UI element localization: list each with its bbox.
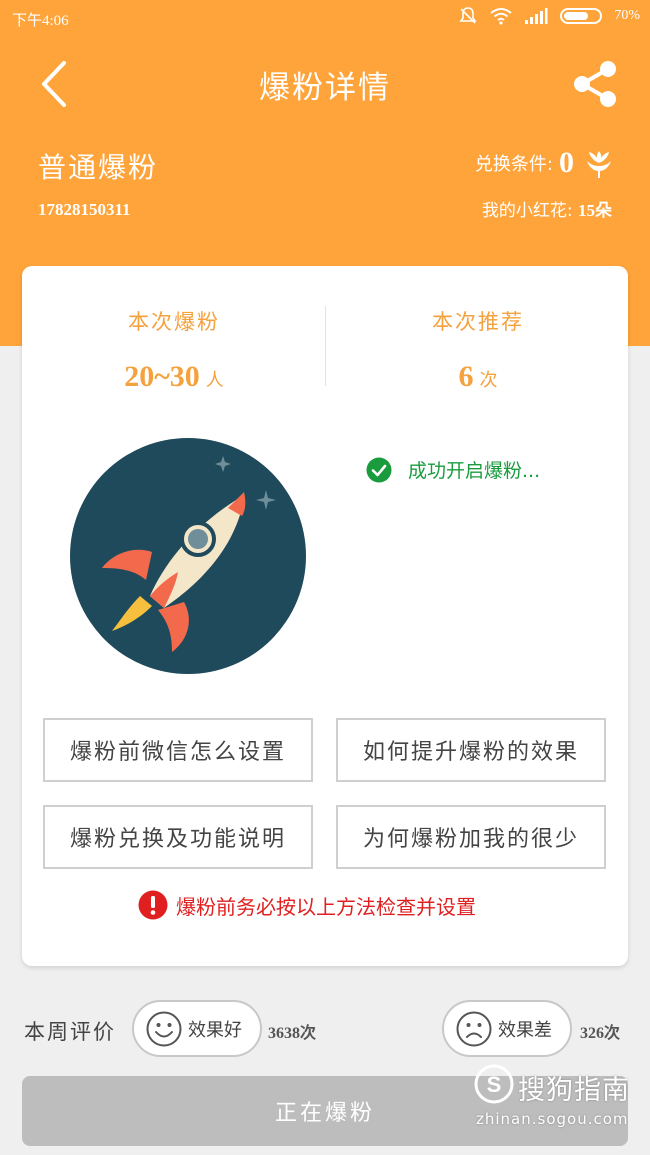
phone-number: 17828150311	[38, 200, 131, 219]
bad-review-label: 效果差	[498, 1019, 552, 1041]
fan-detail-card: 本次爆粉 20~30 人 本次推荐 6次 成功开启爆粉... 爆粉前微信怎么设置 …	[22, 266, 628, 966]
recommend-value-row: 6次	[328, 360, 628, 394]
fan-type-title: 普通爆粉	[38, 151, 159, 184]
flowers-label: 我的小红花:	[481, 201, 573, 221]
help-button-wechat-settings[interactable]: 爆粉前微信怎么设置	[43, 718, 313, 782]
battery-icon	[560, 8, 603, 24]
flower-icon	[587, 151, 611, 178]
signal-icon	[525, 8, 548, 24]
fans-value-row: 20~30 人	[24, 360, 324, 394]
warning-message: 爆粉前务必按以上方法检查并设置	[138, 890, 476, 920]
exchange-condition: 兑换条件: 0	[475, 146, 616, 180]
exclamation-circle-icon	[138, 890, 168, 920]
bad-review-count: 326次	[580, 1025, 621, 1042]
status-message: 成功开启爆粉...	[366, 456, 540, 483]
wifi-icon	[490, 8, 512, 25]
watermark-url: zhinan.sogou.com	[476, 1110, 629, 1128]
page-title: 爆粉详情	[259, 70, 391, 106]
warning-text: 爆粉前务必按以上方法检查并设置	[176, 894, 476, 919]
review-label: 本周评价	[24, 1020, 116, 1044]
recommend-unit: 次	[479, 370, 498, 391]
fans-label: 本次爆粉	[128, 310, 220, 334]
watermark-text: 搜狗指南	[518, 1075, 630, 1106]
smile-face-icon	[146, 1011, 182, 1046]
stat-divider	[325, 306, 326, 386]
fans-unit: 人	[205, 370, 224, 391]
sogou-watermark: S 搜狗指南 zhinan.sogou.com	[470, 1064, 640, 1134]
svg-text:S: S	[487, 1072, 502, 1097]
help-button-few-adds[interactable]: 为何爆粉加我的很少	[336, 805, 606, 869]
good-review-button[interactable]: 效果好	[132, 1000, 262, 1057]
battery-level	[564, 12, 589, 20]
rocket-icon	[70, 438, 306, 674]
help-button-exchange-info[interactable]: 爆粉兑换及功能说明	[43, 805, 313, 869]
status-text: 成功开启爆粉...	[408, 460, 541, 482]
fans-value: 20~30	[124, 360, 200, 393]
sad-face-icon	[456, 1011, 492, 1046]
sogou-logo-icon: S	[474, 1064, 514, 1104]
check-circle-icon	[366, 457, 392, 482]
share-icon	[574, 61, 616, 107]
recommend-value: 6	[458, 360, 474, 393]
help-button-improve-effect[interactable]: 如何提升爆粉的效果	[336, 718, 606, 782]
mute-icon	[459, 7, 477, 24]
exchange-value: 0	[559, 146, 574, 179]
fans-stat: 本次爆粉 20~30 人	[24, 306, 324, 394]
flowers-count: 15朵	[578, 201, 612, 220]
status-bar: 下午4:06 70%	[0, 0, 650, 36]
exchange-label: 兑换条件:	[474, 154, 553, 175]
battery-percent: 70%	[614, 8, 640, 23]
good-review-label: 效果好	[188, 1019, 242, 1041]
bad-review-button[interactable]: 效果差	[442, 1000, 572, 1057]
my-flowers: 我的小红花: 15朵	[482, 196, 612, 221]
recommend-label: 本次推荐	[432, 310, 524, 334]
share-button[interactable]	[570, 58, 622, 110]
status-time: 下午4:06	[12, 13, 69, 29]
recommend-stat: 本次推荐 6次	[328, 306, 628, 394]
good-review-count: 3638次	[268, 1025, 317, 1042]
status-icons: 70%	[458, 6, 640, 26]
